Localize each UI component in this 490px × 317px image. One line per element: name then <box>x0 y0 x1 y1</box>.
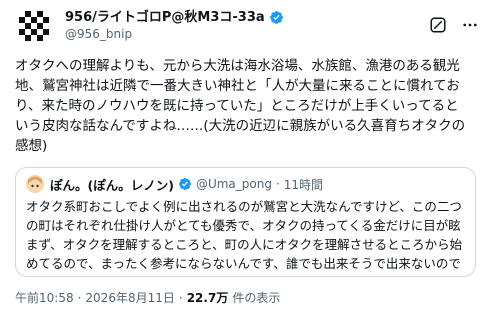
meta-separator: · <box>178 290 183 305</box>
post-time[interactable]: 午前10:58 <box>15 289 74 306</box>
quoted-timestamp[interactable]: 11時間 <box>284 176 323 193</box>
more-icon[interactable] <box>460 15 480 35</box>
author-handle[interactable]: @956_bnip <box>65 26 284 42</box>
author-avatar[interactable] <box>15 5 55 45</box>
quoted-author-handle[interactable]: @Uma_pong <box>196 177 272 191</box>
verified-icon <box>269 10 283 24</box>
quoted-post-header: ぽん。(ぽん。レノン) @Uma_pong · 11時間 <box>26 174 465 194</box>
post-text: オタクへの理解よりも、元から大洗は海水浴場、水族館、漁港のある観光 地、鷲宮神社… <box>15 58 466 154</box>
quoted-author-avatar[interactable] <box>26 175 44 193</box>
post-header: 956/ライトゴロP@秋M3コ-33a @956_bnip <box>15 4 480 46</box>
header-actions <box>428 15 480 35</box>
grok-icon[interactable] <box>428 15 448 35</box>
quoted-post[interactable]: ぽん。(ぽん。レノン) @Uma_pong · 11時間 オタク系町おこしでよく… <box>15 167 476 277</box>
author-names: 956/ライトゴロP@秋M3コ-33a @956_bnip <box>65 9 284 42</box>
verified-icon <box>178 178 191 190</box>
quoted-separator: · <box>275 177 280 191</box>
quoted-post-text: オタク系町おこしでよく例に出されるのが鷲宮と大洗なんですけど、この二つ の町はそ… <box>26 199 463 271</box>
post-meta: 午前10:58 · 2026年8月11日 · 22.7万 件の表示 <box>15 289 280 306</box>
author-display-name[interactable]: 956/ライトゴロP@秋M3コ-33a <box>65 9 265 26</box>
post-date[interactable]: 2026年8月11日 <box>85 289 174 306</box>
quoted-author-display-name[interactable]: ぽん。(ぽん。レノン) <box>50 175 174 194</box>
views-label: 件の表示 <box>232 291 281 305</box>
meta-separator: · <box>77 290 82 305</box>
views-count: 22.7万 <box>186 291 229 305</box>
author-name-row: 956/ライトゴロP@秋M3コ-33a <box>65 9 284 26</box>
